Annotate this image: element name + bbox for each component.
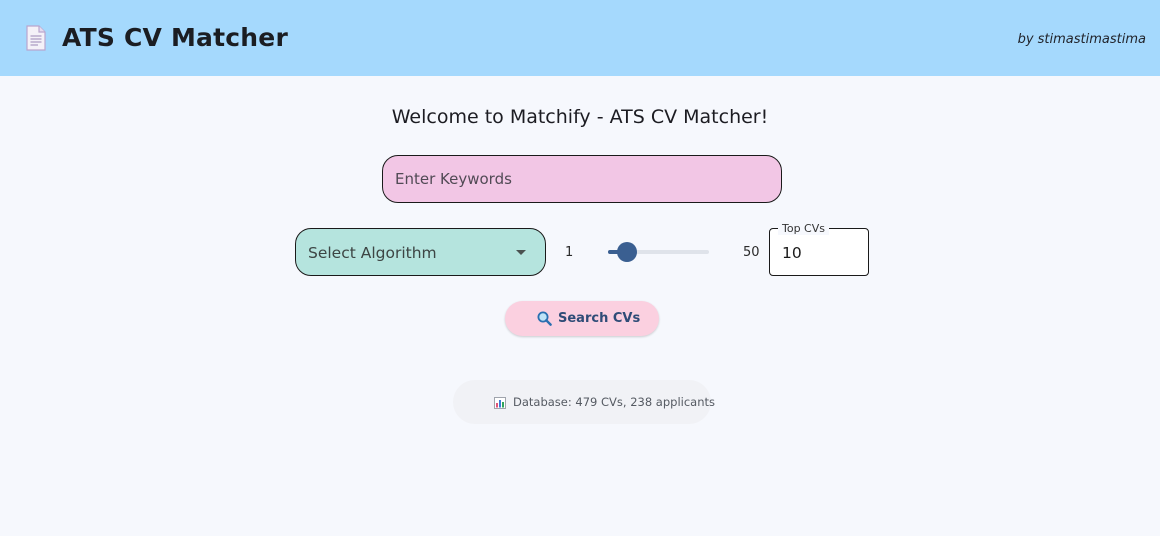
- app-header: ATS CV Matcher by stimastimastima: [0, 0, 1160, 76]
- database-summary: Database: 479 CVs, 238 applicants: [513, 395, 716, 409]
- slider-thumb[interactable]: [617, 242, 637, 262]
- top-cvs-label: Top CVs: [778, 222, 829, 235]
- welcome-heading: Welcome to Matchify - ATS CV Matcher!: [391, 106, 769, 128]
- algorithm-select[interactable]: Select Algorithm: [295, 228, 546, 276]
- search-cvs-label: Search CVs: [558, 311, 641, 326]
- bar-chart-icon: [494, 397, 506, 409]
- slider-max-label: 50: [743, 245, 760, 260]
- top-cvs-value: 10: [782, 244, 802, 262]
- algorithm-select-label: Select Algorithm: [308, 244, 437, 262]
- document-icon: [26, 25, 46, 51]
- top-cvs-slider[interactable]: [608, 242, 709, 262]
- magnifier-icon: [537, 311, 552, 326]
- chevron-down-icon: [516, 250, 526, 255]
- search-cvs-button[interactable]: Search CVs: [505, 301, 659, 336]
- keywords-input[interactable]: [382, 155, 782, 203]
- slider-min-label: 1: [565, 245, 574, 260]
- author-byline: by stimastimastima: [1017, 32, 1146, 47]
- app-title: ATS CV Matcher: [62, 23, 288, 52]
- database-status: Database: 479 CVs, 238 applicants: [453, 380, 715, 424]
- top-cvs-field[interactable]: Top CVs 10: [769, 222, 869, 276]
